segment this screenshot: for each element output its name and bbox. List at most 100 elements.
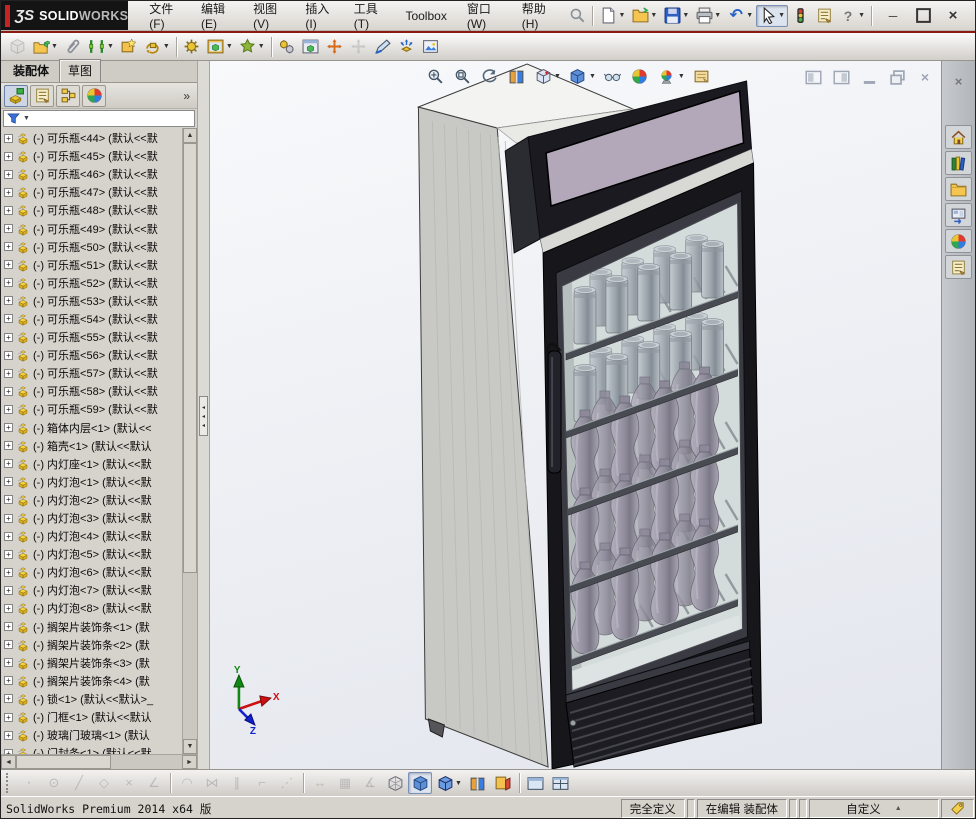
trim-entities-button[interactable]: × xyxy=(117,772,141,794)
tree-item[interactable]: + (-) 箱体内层<1> (默认<< xyxy=(1,419,182,437)
filter-dropdown-icon[interactable]: ▼ xyxy=(23,115,30,122)
single-viewport-button[interactable] xyxy=(524,772,548,794)
tree-item[interactable]: + (-) 可乐瓶<50> (默认<<默 xyxy=(1,238,182,256)
mirror-entities-button[interactable]: ⋈ xyxy=(200,772,224,794)
dropdown-arrow-icon[interactable]: ▼ xyxy=(682,12,689,19)
doc-close-button[interactable]: × xyxy=(913,66,937,88)
tree-item[interactable]: + (-) 可乐瓶<55> (默认<<默 xyxy=(1,328,182,346)
tree-item[interactable]: + (-) 内灯座<1> (默认<<默 xyxy=(1,455,182,473)
tree-item[interactable]: + (-) 玻璃门玻璃<1> (默认 xyxy=(1,726,182,744)
dropdown-arrow-icon[interactable]: ▼ xyxy=(51,43,58,50)
polygon-button[interactable]: ◇ xyxy=(92,772,116,794)
tree-vertical-scrollbar[interactable]: ▲ ▼ xyxy=(182,128,197,754)
expand-plus-icon[interactable]: + xyxy=(4,205,13,215)
dropdown-arrow-icon[interactable]: ▼ xyxy=(226,43,233,50)
expand-plus-icon[interactable]: + xyxy=(4,169,13,179)
scroll-thumb[interactable] xyxy=(183,143,197,573)
menu-search-icon[interactable] xyxy=(565,5,589,27)
expand-plus-icon[interactable]: + xyxy=(4,441,13,451)
expand-plus-icon[interactable]: + xyxy=(4,224,13,234)
scroll-right-arrow[interactable]: ► xyxy=(182,755,197,769)
menu-视图(V)[interactable]: 视图(V) xyxy=(244,1,294,35)
dropdown-arrow-icon[interactable]: ▼ xyxy=(714,12,721,19)
expand-plus-icon[interactable]: + xyxy=(4,585,13,595)
view-settings-button[interactable] xyxy=(689,64,715,88)
doc-restore-button[interactable] xyxy=(885,66,909,88)
expand-plus-icon[interactable]: + xyxy=(4,513,13,523)
menu-编辑(E)[interactable]: 编辑(E) xyxy=(192,1,242,35)
tree-item[interactable]: + (-) 可乐瓶<52> (默认<<默 xyxy=(1,274,182,292)
smart-fasteners-button[interactable] xyxy=(117,36,141,58)
expand-plus-icon[interactable]: + xyxy=(4,278,13,288)
dropdown-arrow-icon[interactable]: ▼ xyxy=(746,12,753,19)
expand-plus-icon[interactable]: + xyxy=(4,676,13,686)
tree-filter[interactable]: ▼ xyxy=(3,110,195,127)
display-manager-button[interactable] xyxy=(82,84,106,107)
custom-properties-button[interactable] xyxy=(945,255,972,279)
tree-item[interactable]: + (-) 搁架片装饰条<3> (默 xyxy=(1,654,182,672)
tree-item[interactable]: + (-) 搁架片装饰条<1> (默 xyxy=(1,618,182,636)
expand-plus-icon[interactable]: + xyxy=(4,459,13,469)
app-close-button[interactable]: × xyxy=(941,5,965,27)
four-viewport-button[interactable] xyxy=(549,772,573,794)
tree-item[interactable]: + (-) 可乐瓶<58> (默认<<默 xyxy=(1,382,182,400)
tree-item[interactable]: + (-) 内灯泡<1> (默认<<默 xyxy=(1,473,182,491)
line-button[interactable]: ╱ xyxy=(67,772,91,794)
menu-窗口(W)[interactable]: 窗口(W) xyxy=(458,1,511,35)
scroll-left-arrow[interactable]: ◄ xyxy=(1,755,16,769)
app-minimize-button[interactable]: ─ xyxy=(881,5,905,27)
tree-item[interactable]: + (-) 可乐瓶<53> (默认<<默 xyxy=(1,292,182,310)
expand-plus-icon[interactable]: + xyxy=(4,350,13,360)
rotate-component-button[interactable]: ▼ xyxy=(141,36,173,58)
dropdown-arrow-icon[interactable]: ▼ xyxy=(618,12,625,19)
tree-item[interactable]: + (-) 门封条<1> (默认<<默 xyxy=(1,744,182,754)
tree-item[interactable]: + (-) 搁架片装饰条<4> (默 xyxy=(1,672,182,690)
tree-item[interactable]: + (-) 门框<1> (默认<<默认 xyxy=(1,708,182,726)
door-lock-icon[interactable] xyxy=(569,719,577,727)
menu-文件(F)[interactable]: 文件(F) xyxy=(140,1,190,35)
tree-item[interactable]: + (-) 可乐瓶<45> (默认<<默 xyxy=(1,147,182,165)
doc-minimize-button[interactable] xyxy=(857,66,881,88)
expand-plus-icon[interactable]: + xyxy=(4,296,13,306)
take-snapshot-button[interactable] xyxy=(419,36,443,58)
tree-item[interactable]: + (-) 可乐瓶<47> (默认<<默 xyxy=(1,183,182,201)
tree-item[interactable]: + (-) 箱壳<1> (默认<<默认 xyxy=(1,437,182,455)
help-button[interactable]: ? ▼ xyxy=(836,5,868,27)
new-document-button[interactable]: ▼ xyxy=(596,5,628,27)
select-cursor-button[interactable]: ▼ xyxy=(756,4,789,27)
edit-component-button[interactable] xyxy=(5,36,29,58)
expand-plus-icon[interactable]: + xyxy=(4,242,13,252)
scroll-up-arrow[interactable]: ▲ xyxy=(183,128,197,143)
expand-plus-icon[interactable]: + xyxy=(4,531,13,541)
taskpane-close-button[interactable]: × xyxy=(945,69,972,93)
component-preview-button[interactable]: ▼ xyxy=(204,36,236,58)
expand-plus-icon[interactable]: + xyxy=(4,151,13,161)
apply-scene-button[interactable]: ▼ xyxy=(654,64,688,88)
section-view-button[interactable] xyxy=(466,772,490,794)
dropdown-arrow-icon[interactable]: ▼ xyxy=(455,780,462,787)
tab-sketch[interactable]: 草图 xyxy=(59,59,102,82)
tree-item[interactable]: + (-) 可乐瓶<56> (默认<<默 xyxy=(1,346,182,364)
tree-item[interactable]: + (-) 可乐瓶<48> (默认<<默 xyxy=(1,201,182,219)
smart-dimension-button[interactable]: ↔ xyxy=(308,772,332,794)
expand-plus-icon[interactable]: + xyxy=(4,712,13,722)
wireframe-display-button[interactable] xyxy=(383,772,407,794)
expand-plus-icon[interactable]: + xyxy=(4,567,13,577)
centerline-button[interactable]: ⋰ xyxy=(275,772,299,794)
expand-plus-icon[interactable]: + xyxy=(4,658,13,668)
expand-plus-icon[interactable]: + xyxy=(4,404,13,414)
expand-plus-icon[interactable]: + xyxy=(4,694,13,704)
tree-item[interactable]: + (-) 搁架片装饰条<2> (默 xyxy=(1,636,182,654)
circle-button[interactable]: ⊙ xyxy=(42,772,66,794)
mate-button[interactable]: ▼ xyxy=(85,36,117,58)
grid-button[interactable]: ▦ xyxy=(333,772,357,794)
open-document-button[interactable]: ▼ xyxy=(628,5,660,27)
tangent-arc-button[interactable]: ◠ xyxy=(175,772,199,794)
tree-item[interactable]: + (-) 可乐瓶<44> (默认<<默 xyxy=(1,129,182,147)
dropdown-arrow-icon[interactable]: ▼ xyxy=(589,73,596,80)
expand-plus-icon[interactable]: + xyxy=(4,495,13,505)
featuremanager-button[interactable] xyxy=(4,84,28,107)
tree-item[interactable]: + (-) 可乐瓶<59> (默认<<默 xyxy=(1,400,182,418)
expand-plus-icon[interactable]: + xyxy=(4,133,13,143)
hide-show-items-button[interactable] xyxy=(600,64,626,88)
